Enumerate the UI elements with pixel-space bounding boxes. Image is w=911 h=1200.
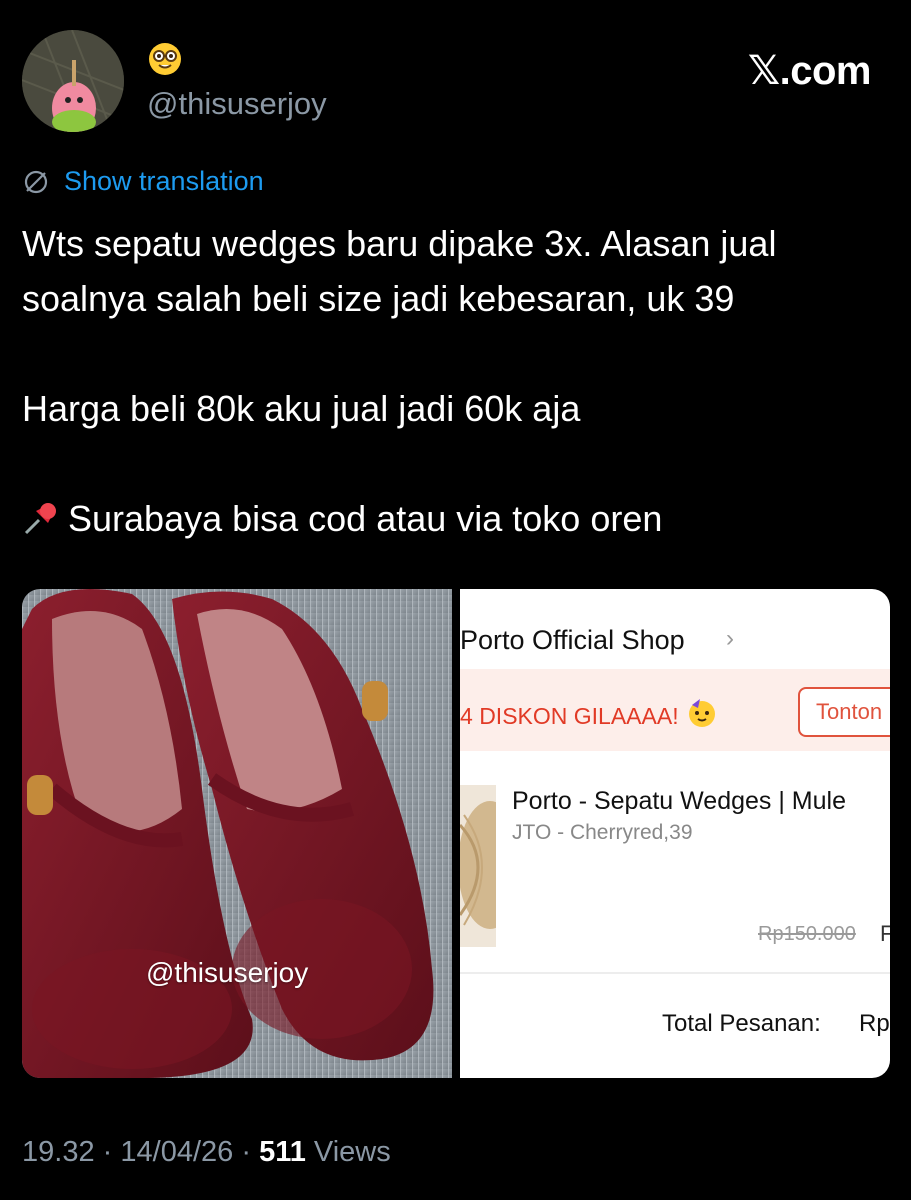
tweet-text: Wts sepatu wedges baru dipake 3x. Alasan…: [22, 216, 882, 546]
tweet-meta: 19.32 · 14/04/26 · 511 Views: [22, 1136, 391, 1169]
meta-separator: ·: [241, 1136, 251, 1168]
tweet-paragraph-3: Surabaya bisa cod atau via toko oren: [68, 498, 663, 539]
translation-row[interactable]: Show translation: [22, 166, 264, 197]
promo-prefix: 4: [460, 703, 473, 729]
shop-order-screenshot[interactable]: Porto Official Shop › 4 DISKON GILAAAA! …: [460, 589, 890, 1078]
tonton-button[interactable]: Tonton: [798, 687, 890, 737]
product-thumbnail-image: [460, 785, 496, 947]
price-tail: F: [880, 921, 890, 946]
show-translation-link[interactable]: Show translation: [64, 166, 264, 197]
total-label: Total Pesanan:: [662, 1010, 821, 1037]
nerd-face-emoji: [149, 43, 181, 75]
product-name: Porto - Sepatu Wedges | Mule: [512, 787, 846, 815]
brand-logo: 𝕏.com: [747, 49, 872, 93]
shoes-photo-image: [22, 589, 452, 1078]
pushpin-icon: [24, 503, 56, 535]
original-price: Rp150.000: [758, 923, 856, 945]
avatar[interactable]: [22, 30, 124, 132]
tweet-time[interactable]: 19.32: [22, 1136, 95, 1168]
views-count[interactable]: 511: [259, 1136, 306, 1168]
photo-watermark: @thisuserjoy: [146, 957, 309, 988]
partying-face-emoji: [689, 699, 715, 727]
divider: [460, 972, 890, 974]
shop-name: Porto Official Shop: [460, 625, 685, 655]
promo-text: 4 DISKON GILAAAA!: [460, 703, 679, 730]
product-variant: JTO - Cherryred,39: [512, 821, 693, 844]
views-label: Views: [313, 1136, 391, 1168]
avatar-image: [22, 30, 124, 132]
tweet-paragraph-2: Harga beli 80k aku jual jadi 60k aja: [22, 388, 581, 429]
user-handle[interactable]: @thisuserjoy: [147, 86, 327, 122]
chevron-right-icon: ›: [726, 625, 734, 652]
total-value: Rp: [859, 1010, 890, 1037]
translate-globe-icon: [24, 170, 48, 193]
media-grid[interactable]: Porto Official Shop › 4 DISKON GILAAAA! …: [22, 589, 890, 1078]
tweet-date[interactable]: 14/04/26: [120, 1136, 233, 1168]
product-thumbnail[interactable]: [460, 785, 496, 947]
meta-separator: ·: [102, 1136, 113, 1168]
tweet-paragraph-1: Wts sepatu wedges baru dipake 3x. Alasan…: [22, 223, 787, 319]
promo-label: DISKON GILAAAA!: [479, 703, 679, 729]
red-mary-jane-shoes-photo[interactable]: [22, 589, 452, 1078]
